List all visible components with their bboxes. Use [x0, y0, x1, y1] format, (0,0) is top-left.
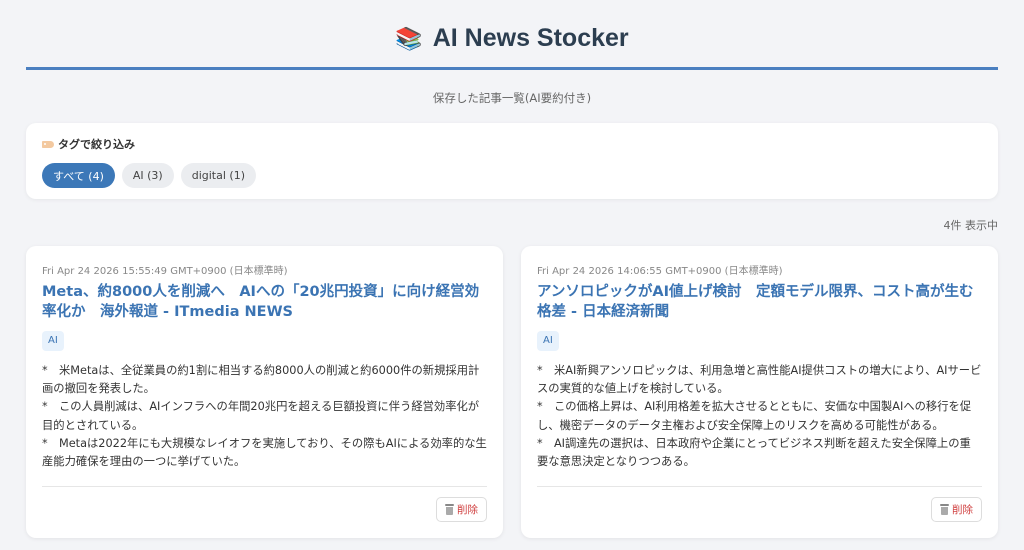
header-divider [26, 67, 998, 70]
article-footer: 削除 [42, 486, 487, 522]
delete-button[interactable]: 削除 [931, 497, 982, 522]
article-tag-badge: AI [537, 331, 559, 351]
summary-point: * この人員削減は、AIインフラへの年間20兆円を超える巨額投資に伴う経営効率化… [42, 400, 480, 432]
tag-chip-digital[interactable]: digital (1) [180, 163, 256, 188]
article-footer: 削除 [537, 486, 982, 522]
app-title-text: AI News Stocker [432, 24, 629, 52]
article-list: Fri Apr 24 2026 15:55:49 GMT+0900 (日本標準時… [26, 246, 998, 538]
books-icon: 📚 [395, 25, 423, 51]
trash-icon [940, 504, 949, 515]
delete-button[interactable]: 削除 [436, 497, 487, 522]
result-count: 4件 表示中 [943, 219, 999, 232]
trash-icon [445, 504, 454, 515]
article-summary: * 米AI新興アンソロピックは、利用急増と高性能AI提供コストの増大により、AI… [537, 362, 982, 471]
summary-point: * AI調達先の選択は、日本政府や企業にとってビジネス判断を超えた安全保障上の重… [537, 436, 971, 469]
article-card: Fri Apr 24 2026 14:06:55 GMT+0900 (日本標準時… [521, 246, 998, 538]
tag-filter-panel: タグで絞り込み すべて (4) AI (3) digital (1) [26, 123, 998, 199]
tag-chip-all[interactable]: すべて (4) [42, 163, 115, 188]
delete-label: 削除 [457, 504, 478, 516]
article-date: Fri Apr 24 2026 14:06:55 GMT+0900 (日本標準時… [537, 266, 783, 277]
tag-filter-label: タグで絞り込み [58, 138, 135, 151]
app-header: 📚 AI News Stocker [26, 0, 998, 70]
article-title-link[interactable]: Meta、約8000人を削減へ AIへの「20兆円投資」に向け経営効率化か 海外… [42, 282, 487, 322]
summary-point: * この価格上昇は、AI利用格差を拡大させるとともに、安価な中国製AIへの移行を… [537, 400, 972, 432]
article-tag-badge: AI [42, 331, 64, 351]
tag-icon [42, 140, 54, 148]
tag-chip-ai[interactable]: AI (3) [121, 163, 174, 188]
tag-filter-title: タグで絞り込み [42, 136, 982, 152]
article-title-link[interactable]: アンソロピックがAI値上げ検討 定額モデル限界、コスト高が生む格差 - 日本経済… [537, 282, 982, 322]
page: 📚 AI News Stocker 保存した記事一覧(AI要約付き) タグで絞り… [0, 0, 1024, 550]
summary-point: * Metaは2022年にも大規模なレイオフを実施しており、その際もAIによる効… [42, 436, 487, 469]
article-summary: * 米Metaは、全従業員の約1割に相当する約8000人の削減と約6000件の新… [42, 362, 487, 471]
tag-chip-list: すべて (4) AI (3) digital (1) [42, 163, 982, 188]
page-subtitle: 保存した記事一覧(AI要約付き) [432, 91, 592, 105]
article-card: Fri Apr 24 2026 15:55:49 GMT+0900 (日本標準時… [26, 246, 503, 538]
article-date: Fri Apr 24 2026 15:55:49 GMT+0900 (日本標準時… [42, 266, 288, 277]
delete-label: 削除 [952, 504, 973, 516]
app-title: 📚 AI News Stocker [395, 24, 628, 53]
summary-point: * 米AI新興アンソロピックは、利用急増と高性能AI提供コストの増大により、AI… [537, 364, 982, 396]
summary-point: * 米Metaは、全従業員の約1割に相当する約8000人の削減と約6000件の新… [42, 364, 480, 396]
